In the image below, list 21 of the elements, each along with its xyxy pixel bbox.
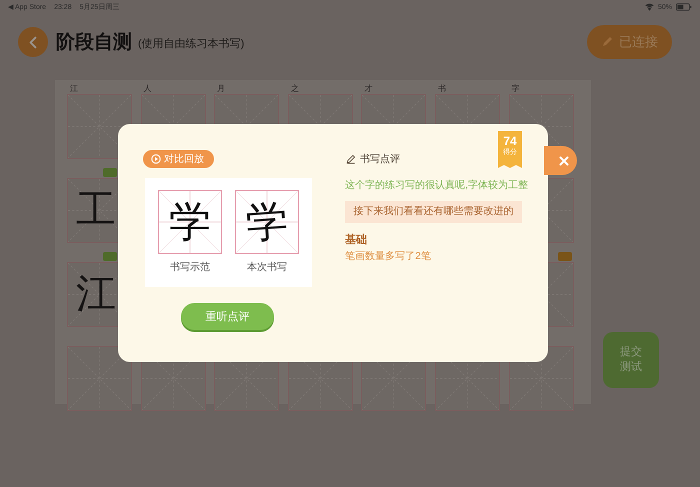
- handwritten-character: 工: [76, 187, 116, 233]
- issue-category: 基础: [345, 232, 368, 247]
- sample-caption: 本次书写: [247, 260, 287, 274]
- page-subtitle: (使用自由练习本书写): [138, 37, 244, 51]
- cell-label: 月: [216, 84, 226, 94]
- issue-detail: 笔画数量多写了2笔: [345, 250, 432, 263]
- cell-label: 江: [69, 84, 79, 94]
- model-character: 学: [169, 198, 211, 246]
- improvement-prompt: 接下来我们看看还有哪些需要改进的: [345, 201, 522, 223]
- written-character: 学: [244, 196, 290, 248]
- cell-label: 书: [436, 84, 447, 94]
- score-value: 74: [503, 134, 517, 148]
- review-title: 书写点评: [360, 152, 400, 166]
- review-comment: 这个字的练习写的很认真呢,字体较为工整: [345, 178, 528, 192]
- page-title: 阶段自测: [56, 31, 132, 55]
- cell-label: 才: [363, 84, 374, 94]
- handwritten-character: 江: [76, 271, 116, 317]
- cell-label: 字: [510, 84, 521, 94]
- sample-caption: 书写示范: [170, 260, 210, 274]
- cell-label: 之: [290, 84, 300, 94]
- cell-label: 人: [142, 84, 153, 94]
